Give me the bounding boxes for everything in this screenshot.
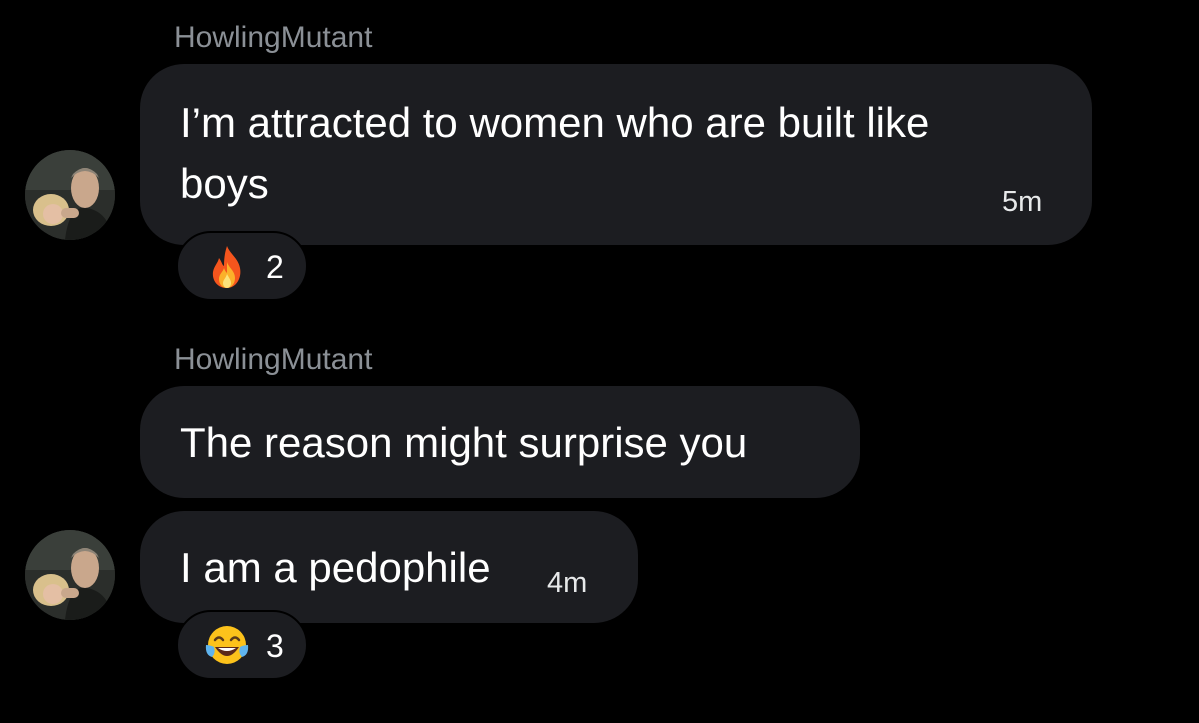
avatar[interactable] (25, 150, 115, 240)
avatar-image (25, 530, 115, 620)
message-bubble[interactable]: I am a pedophile 4m (140, 511, 638, 623)
message-text: I am a pedophile (180, 544, 491, 591)
sender-name: HowlingMutant (174, 343, 373, 376)
sender-name: HowlingMutant (174, 21, 373, 54)
message-text: boys (180, 160, 269, 207)
message-timestamp: 4m (547, 567, 588, 599)
reaction-pill[interactable]: 2 (176, 231, 308, 301)
reaction-count: 3 (266, 628, 284, 664)
tears-of-joy-icon (205, 626, 249, 664)
reaction-pill[interactable]: 3 (176, 610, 308, 680)
fire-icon (212, 246, 241, 288)
avatar[interactable] (25, 530, 115, 620)
avatar-image (25, 150, 115, 240)
message-text: I’m attracted to women who are built lik… (180, 99, 930, 146)
message-timestamp: 5m (1002, 186, 1043, 218)
message-bubble[interactable]: The reason might surprise you (140, 386, 860, 498)
message-text: The reason might surprise you (180, 419, 748, 466)
message-bubble[interactable]: I’m attracted to women who are built lik… (140, 64, 1092, 245)
reaction-count: 2 (266, 249, 284, 285)
